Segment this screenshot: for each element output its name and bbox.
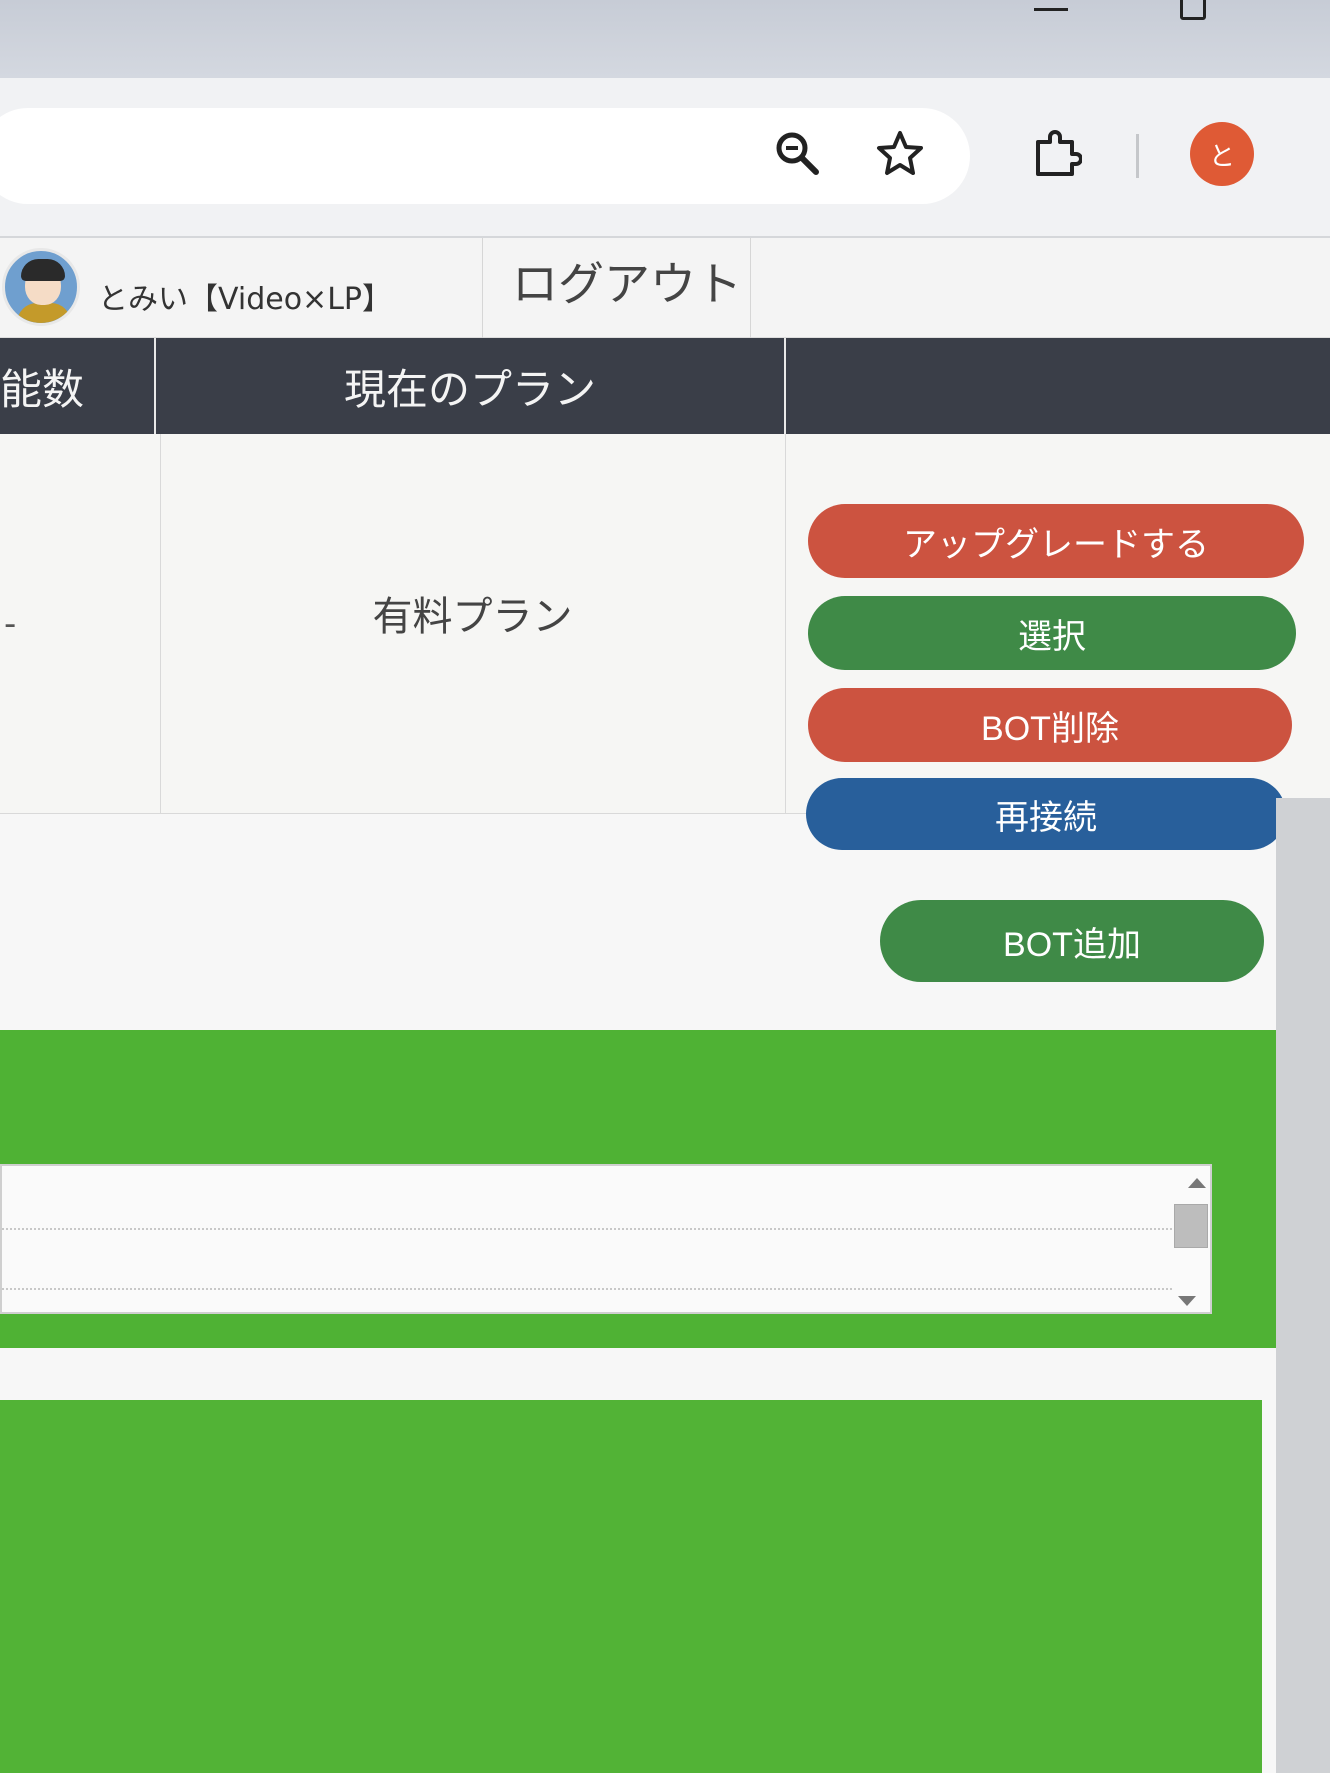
user-bar: とみい【Video×LP】 ログアウト [0,238,1330,338]
profile-initial: と [1208,141,1235,172]
select-button[interactable]: 選択 [808,596,1296,670]
bot-count-cell: - [4,604,17,644]
divider [750,238,751,338]
add-bot-button[interactable]: BOT追加 [880,900,1264,982]
maximize-icon[interactable] [1180,0,1206,20]
window-titlebar [0,0,1330,78]
list-item [2,1288,1172,1290]
scrollbar-thumb[interactable] [1174,1204,1208,1248]
list-box[interactable] [0,1164,1212,1314]
scroll-up-arrow-icon[interactable] [1188,1178,1206,1188]
logout-link[interactable]: ログアウト [512,248,742,314]
green-panel [0,1030,1276,1348]
user-avatar [2,248,80,326]
divider [482,238,483,338]
table-header: 能数 現在のプラン [0,338,1330,434]
delete-bot-button[interactable]: BOT削除 [808,688,1292,762]
column-header-plan: 現在のプラン [343,364,596,414]
list-item [2,1228,1172,1230]
minimize-icon[interactable] [1034,8,1068,11]
scroll-down-arrow-icon[interactable] [1178,1296,1196,1306]
toolbar-separator [1136,134,1139,178]
browser-toolbar [0,78,1330,238]
address-bar[interactable] [0,108,970,204]
column-header-count: 能数 [0,364,85,414]
bookmark-star-icon[interactable] [874,128,926,180]
reconnect-button[interactable]: 再接続 [806,778,1286,850]
extensions-puzzle-icon[interactable] [1030,128,1082,180]
page-content: とみい【Video×LP】 ログアウト 能数 現在のプラン - 有料プラン アッ… [0,238,1330,1773]
zoom-icon[interactable] [772,128,824,180]
current-plan-cell: 有料プラン [372,594,573,640]
upgrade-button[interactable]: アップグレードする [808,504,1304,578]
column-header-actions [786,338,1330,434]
profile-avatar-icon[interactable]: と [1190,122,1254,186]
table-row: - 有料プラン アップグレードする 選択 BOT削除 再接続 [0,434,1330,850]
divider [785,434,786,814]
green-panel-lower [0,1400,1262,1773]
user-name: とみい【Video×LP】 [98,282,392,317]
page-scrollbar-track[interactable] [1276,798,1330,1773]
